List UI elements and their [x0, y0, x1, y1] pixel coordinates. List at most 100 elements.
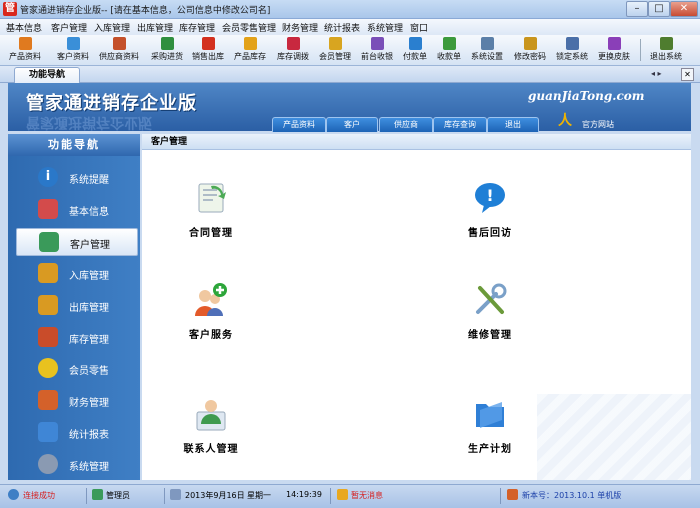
menu-outbound[interactable]: 出库管理: [137, 21, 173, 34]
maximize-button[interactable]: □: [648, 1, 670, 17]
function-label: 维修管理: [468, 330, 512, 341]
inbox-icon: [38, 263, 58, 283]
menu-stock[interactable]: 库存管理: [179, 21, 215, 34]
toolbar-exit[interactable]: 退出系统: [644, 37, 688, 64]
banner-tab-supplier[interactable]: 供应商: [379, 117, 433, 132]
menu-basic-info[interactable]: 基本信息: [6, 21, 42, 34]
title-bar: 管 管家通进销存企业版-- [请在基本信息，公司信息中修改公司名] – □ ✕: [0, 0, 700, 19]
toolbar-member[interactable]: 会员管理: [313, 37, 357, 64]
toolbar-lock[interactable]: 锁定系统: [550, 37, 594, 64]
toolbar-label: 产品库存: [234, 52, 266, 61]
sidebar: 功能导航 i 系统提醒 基本信息 客户管理 入库管理 出库管理 库存管理 会员零…: [8, 134, 140, 480]
version-icon: [507, 489, 518, 500]
banner-title: 管家通进销存企业版: [26, 93, 197, 114]
product-icon: [18, 37, 32, 50]
user-icon: [92, 489, 103, 500]
sidebar-header: 功能导航: [8, 134, 140, 156]
toolbar-label: 修改密码: [514, 52, 546, 61]
svg-text:!: !: [486, 186, 493, 205]
password-icon: [523, 37, 537, 50]
settings-icon: [480, 37, 494, 50]
toolbar-transfer[interactable]: 库存调拨: [271, 37, 315, 64]
minimize-button[interactable]: –: [626, 1, 648, 17]
message-status[interactable]: 暂无消息: [351, 490, 383, 501]
sidebar-item-finance[interactable]: 财务管理: [16, 387, 136, 413]
toolbar: 产品资料 客户资料 供应商资料 采购进货 销售出库 产品库存 库存调拨 会员管理…: [0, 35, 700, 66]
help-bubble-icon: !: [475, 183, 505, 213]
function-contract[interactable]: 合同管理: [161, 180, 261, 240]
function-customer-service[interactable]: 客户服务: [161, 282, 261, 342]
toolbar-label: 供应商资料: [99, 52, 139, 61]
menu-system[interactable]: 系统管理: [367, 21, 403, 34]
menu-finance[interactable]: 财务管理: [282, 21, 318, 34]
info-icon: i: [38, 167, 58, 187]
customer-icon: [66, 37, 80, 50]
transfer-icon: [286, 37, 300, 50]
connection-status: 连接成功: [23, 491, 55, 500]
status-separator: [500, 488, 501, 504]
finance-icon: [38, 390, 58, 410]
banner-tab-customer[interactable]: 客户: [326, 117, 378, 132]
current-weekday: 星期一: [247, 491, 271, 500]
sidebar-item-label: 入库管理: [69, 271, 109, 282]
toolbar-label: 系统设置: [471, 52, 503, 61]
toolbar-stock[interactable]: 产品库存: [228, 37, 272, 64]
tab-scroll-arrows[interactable]: ◂ ▸: [651, 69, 662, 78]
sidebar-item-customer[interactable]: 客户管理: [16, 228, 138, 256]
close-button[interactable]: ✕: [670, 1, 698, 17]
function-label: 联系人管理: [183, 444, 239, 455]
toolbar-customer[interactable]: 客户资料: [51, 37, 95, 64]
menu-reports[interactable]: 统计报表: [324, 21, 360, 34]
function-after-sales[interactable]: ! 售后回访: [440, 180, 540, 240]
sidebar-item-label: 基本信息: [69, 207, 109, 218]
message-icon: [337, 489, 348, 500]
official-site-icon[interactable]: 人: [558, 113, 572, 129]
tab-function-nav[interactable]: 功能导航: [14, 67, 80, 83]
contract-icon: [198, 183, 226, 213]
sidebar-item-label: 会员零售: [69, 366, 109, 377]
member-icon: [38, 358, 58, 378]
toolbar-purchase[interactable]: 采购进货: [145, 37, 189, 64]
toolbar-label: 退出系统: [650, 52, 682, 61]
sidebar-item-reports[interactable]: 统计报表: [16, 419, 136, 445]
sidebar-item-system-alert[interactable]: i 系统提醒: [16, 164, 136, 190]
toolbar-settings[interactable]: 系统设置: [465, 37, 509, 64]
menu-customer[interactable]: 客户管理: [51, 21, 87, 34]
official-site-link[interactable]: 官方网站: [582, 119, 614, 130]
menu-window[interactable]: 窗口: [410, 21, 428, 34]
tab-close-icon[interactable]: ✕: [681, 68, 694, 81]
toolbar-supplier[interactable]: 供应商资料: [97, 37, 141, 64]
sidebar-item-member-retail[interactable]: 会员零售: [16, 355, 136, 381]
sidebar-item-basic-info[interactable]: 基本信息: [16, 196, 136, 222]
function-repair[interactable]: 维修管理: [440, 282, 540, 342]
function-contacts[interactable]: 联系人管理: [161, 396, 261, 456]
cashier-icon: [370, 37, 384, 50]
toolbar-product[interactable]: 产品资料: [3, 37, 47, 64]
toolbar-password[interactable]: 修改密码: [508, 37, 552, 64]
menu-retail[interactable]: 会员零售管理: [222, 21, 276, 34]
content-title: 客户管理: [142, 134, 691, 150]
payment-icon: [408, 37, 422, 50]
banner-tab-product[interactable]: 产品资料: [272, 117, 326, 132]
toolbar-sales[interactable]: 销售出库: [186, 37, 230, 64]
menu-inbound[interactable]: 入库管理: [94, 21, 130, 34]
toolbar-label: 产品资料: [9, 52, 41, 61]
banner-tab-exit[interactable]: 退出: [487, 117, 539, 132]
outbox-icon: [38, 295, 58, 315]
banner-tab-stock-query[interactable]: 库存查询: [433, 117, 487, 132]
sidebar-item-inbound[interactable]: 入库管理: [16, 260, 136, 286]
app-icon[interactable]: 管: [3, 2, 17, 16]
current-user: 管理员: [106, 491, 130, 500]
exit-icon: [659, 37, 673, 50]
function-label: 生产计划: [468, 444, 512, 455]
current-time: 14:19:39: [286, 490, 322, 499]
function-production-plan[interactable]: 生产计划: [440, 396, 540, 456]
sidebar-item-system[interactable]: 系统管理: [16, 451, 136, 477]
report-icon: [38, 422, 58, 442]
toolbar-label: 库存调拨: [277, 52, 309, 61]
sidebar-item-label: 财务管理: [69, 398, 109, 409]
toolbar-skin[interactable]: 更换皮肤: [592, 37, 636, 64]
gears-icon: [38, 454, 58, 474]
sidebar-item-outbound[interactable]: 出库管理: [16, 292, 136, 318]
sidebar-item-stock[interactable]: 库存管理: [16, 324, 136, 350]
